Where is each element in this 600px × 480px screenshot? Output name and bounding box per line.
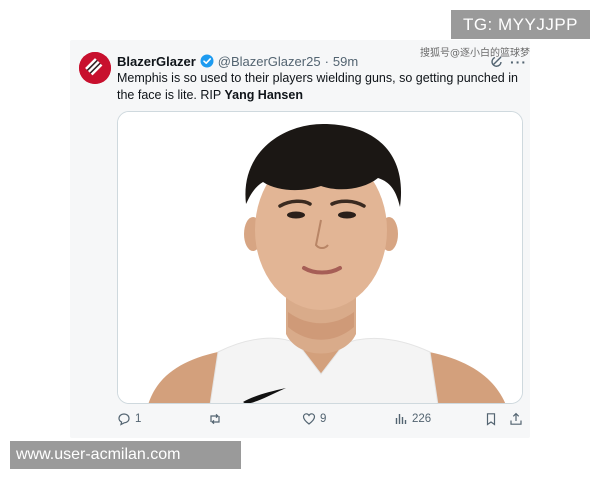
url-watermark-badge: www.user-acmilan.com	[10, 441, 241, 469]
tg-watermark-badge: TG: MYYJJPP	[451, 10, 590, 39]
player-photo	[118, 112, 522, 403]
tweet-text-highlight: Yang Hansen	[224, 88, 303, 102]
more-options-icon[interactable]: ···	[510, 54, 527, 70]
share-icon	[510, 412, 522, 425]
verified-badge-icon	[200, 54, 214, 68]
grok-icon[interactable]	[490, 54, 504, 68]
tweet-actions: 1 9 226	[117, 412, 527, 430]
views-count: 226	[412, 413, 432, 425]
heart-icon	[302, 413, 316, 425]
bookmark-icon	[486, 413, 496, 426]
repost-icon	[210, 413, 220, 425]
views-chart-icon	[395, 414, 407, 424]
handle[interactable]: @BlazerGlazer25	[218, 54, 321, 69]
tweet-header: BlazerGlazer @BlazerGlazer25 · 59m	[117, 52, 358, 70]
reply-icon	[118, 413, 130, 426]
bookmark-button[interactable]	[484, 412, 498, 426]
repost-button[interactable]	[208, 412, 226, 426]
separator: ·	[324, 53, 329, 69]
tweet-media[interactable]	[117, 111, 523, 404]
avatar[interactable]	[79, 52, 111, 84]
like-count: 9	[320, 413, 327, 425]
like-button[interactable]: 9	[302, 412, 326, 426]
timestamp[interactable]: 59m	[333, 54, 358, 69]
reply-count: 1	[135, 413, 142, 425]
views-button[interactable]: 226	[394, 412, 431, 426]
tweet-text-body: Memphis is so used to their players wiel…	[117, 71, 518, 102]
reply-button[interactable]: 1	[117, 412, 141, 426]
tweet-text: Memphis is so used to their players wiel…	[117, 70, 522, 104]
tweet-card[interactable]: BlazerGlazer @BlazerGlazer25 · 59m 搜狐号@逐…	[70, 40, 530, 438]
share-button[interactable]	[509, 412, 523, 426]
display-name[interactable]: BlazerGlazer	[117, 54, 196, 69]
trail-blazers-logo-icon	[79, 52, 111, 84]
